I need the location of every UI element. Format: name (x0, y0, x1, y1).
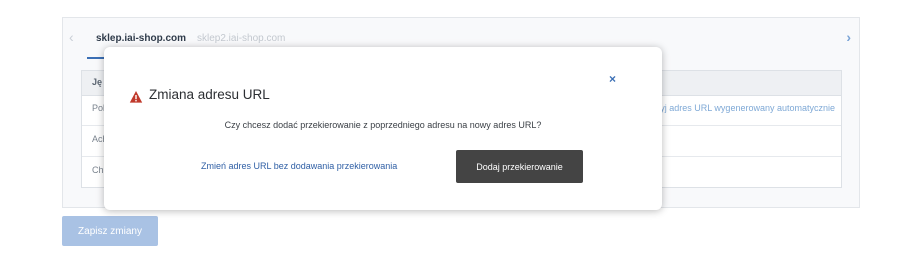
close-icon[interactable]: × (609, 73, 616, 85)
change-without-redirect-link[interactable]: Zmień adres URL bez dodawania przekierow… (201, 161, 397, 171)
dialog-title: Zmiana adresu URL (149, 87, 270, 102)
column-header-language: Ję (92, 77, 103, 87)
warning-triangle-icon (129, 91, 143, 103)
chevron-left-icon[interactable]: ‹ (69, 30, 74, 44)
auto-url-link[interactable]: Użyj adres URL wygenerowany automatyczni… (649, 103, 835, 113)
save-changes-button[interactable]: Zapisz zmiany (62, 216, 158, 246)
tab-sklep[interactable]: sklep.iai-shop.com (96, 33, 186, 45)
chevron-right-icon[interactable]: › (846, 30, 851, 44)
change-url-dialog: × Zmiana adresu URL Czy chcesz dodać prz… (104, 47, 662, 210)
add-redirect-button[interactable]: Dodaj przekierowanie (456, 150, 583, 183)
tab-sklep2[interactable]: sklep2.iai-shop.com (197, 33, 285, 45)
dialog-question: Czy chcesz dodać przekierowanie z poprze… (224, 120, 542, 130)
